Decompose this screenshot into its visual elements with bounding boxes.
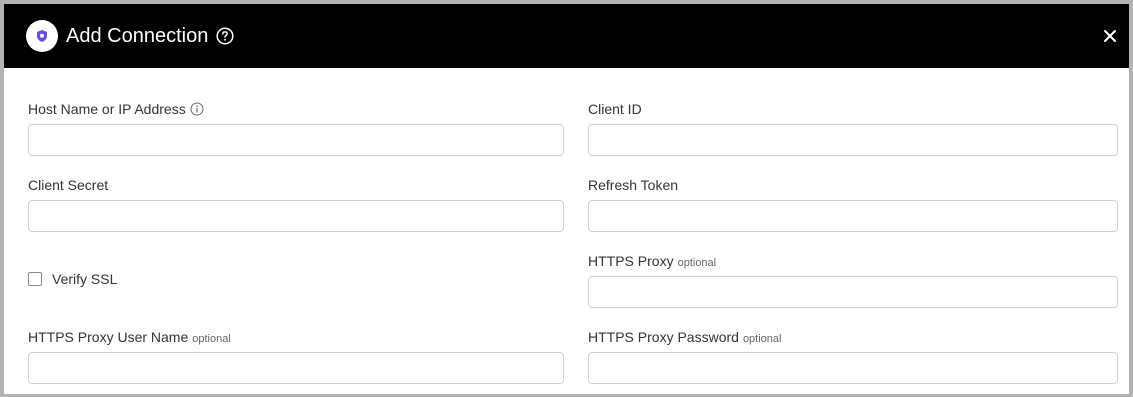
shield-logo-icon bbox=[26, 20, 58, 52]
verify-ssl-label[interactable]: Verify SSL bbox=[52, 271, 117, 287]
proxy-password-label-text: HTTPS Proxy Password bbox=[588, 329, 739, 345]
refresh-token-label: Refresh Token bbox=[588, 177, 679, 193]
proxy-user-label-text: HTTPS Proxy User Name bbox=[28, 329, 189, 345]
proxy-password-label: HTTPS Proxy Password optional bbox=[588, 329, 781, 347]
help-circle-icon[interactable] bbox=[216, 27, 234, 45]
info-icon[interactable] bbox=[190, 102, 204, 116]
host-label-text: Host Name or IP Address bbox=[28, 101, 186, 117]
client-secret-label: Client Secret bbox=[28, 177, 109, 193]
host-input[interactable] bbox=[28, 124, 564, 156]
host-label: Host Name or IP Address bbox=[28, 101, 204, 117]
proxy-password-input[interactable] bbox=[588, 352, 1118, 384]
optional-hint: optional bbox=[192, 333, 231, 345]
client-id-label: Client ID bbox=[588, 101, 642, 117]
verify-ssl-checkbox[interactable] bbox=[28, 272, 42, 286]
optional-hint: optional bbox=[742, 333, 782, 345]
dialog-header: Add Connection bbox=[4, 4, 1129, 68]
client-secret-input[interactable] bbox=[28, 200, 564, 232]
refresh-token-input[interactable] bbox=[588, 200, 1118, 232]
https-proxy-label: HTTPS Proxy optional bbox=[588, 253, 716, 271]
proxy-user-input[interactable] bbox=[28, 352, 564, 384]
add-connection-dialog: Add Connection Host Name or IP Address C… bbox=[0, 0, 1133, 397]
https-proxy-label-text: HTTPS Proxy bbox=[588, 253, 674, 269]
proxy-user-label: HTTPS Proxy User Name optional bbox=[28, 329, 231, 347]
optional-hint: optional bbox=[677, 257, 717, 269]
https-proxy-input[interactable] bbox=[588, 276, 1118, 308]
close-icon[interactable] bbox=[1101, 27, 1119, 45]
client-id-input[interactable] bbox=[588, 124, 1118, 156]
dialog-title: Add Connection bbox=[66, 25, 209, 47]
